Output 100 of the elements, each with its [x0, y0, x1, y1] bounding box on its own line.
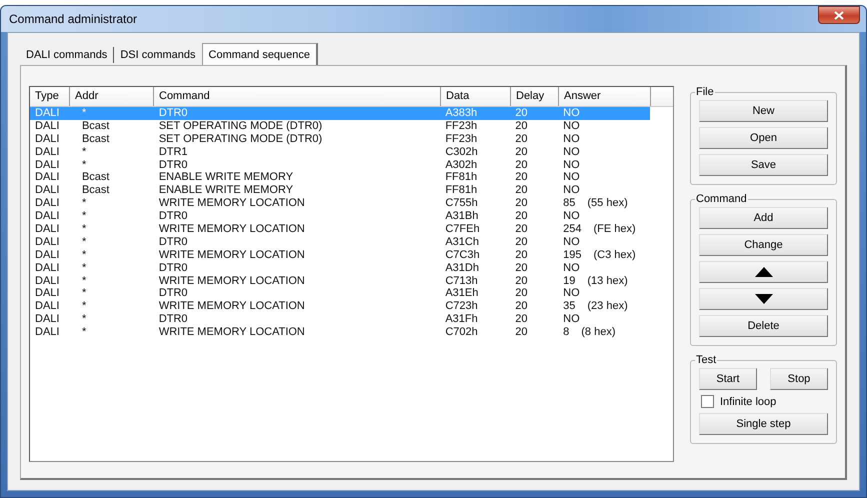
table-cell-text: FF81h: [444, 171, 478, 184]
table-cell-text: DALI: [34, 146, 60, 159]
move-up-button[interactable]: [699, 261, 828, 283]
table-cell: NO: [563, 287, 580, 300]
table-cell-text: *: [80, 313, 88, 326]
table-row[interactable]: DALI Bcast ENABLE WRITE MEMORY FF81h 20 NO: [30, 171, 650, 184]
file-button[interactable]: New: [699, 100, 828, 122]
table-row[interactable]: DALI Bcast SET OPERATING MODE (DTR0) FF23h 20 NO: [30, 132, 650, 146]
move-down-button[interactable]: [699, 288, 828, 310]
table-cell-text: SET OPERATING MODE (DTR0): [158, 120, 324, 133]
single-step-button[interactable]: Single step: [699, 413, 828, 435]
table-cell-text: DALI: [34, 184, 60, 198]
table-cell-text: DALI: [34, 210, 60, 224]
table-cell: 8: [563, 326, 570, 340]
table-cell: (23 hex): [587, 300, 628, 314]
table-row[interactable]: DALI * WRITE MEMORY LOCATION C723h 20 35 (23 hex): [30, 300, 650, 314]
table-cell-text: C702h: [444, 326, 479, 340]
table-cell-text: 20: [514, 107, 528, 120]
table-cell-text: 20: [514, 210, 528, 224]
table-cell-text: *: [80, 287, 88, 300]
table-cell-text: DALI: [34, 171, 60, 184]
table-cell-text: DALI: [34, 300, 60, 314]
table-row[interactable]: DALI * WRITE MEMORY LOCATION C7FEh 20 254 (FE hex): [30, 223, 650, 236]
table-cell: 195: [563, 248, 582, 262]
table-cell-text: DALI: [34, 107, 60, 120]
table-row[interactable]: DALI * DTR0 A302h 20 NO: [30, 158, 650, 172]
table-cell-text: Bcast: [80, 171, 110, 184]
table-cell: (C3 hex): [594, 248, 636, 262]
command-button[interactable]: Change: [699, 234, 828, 256]
table-cell: 85: [563, 197, 576, 210]
close-button[interactable]: [818, 6, 860, 24]
table-row[interactable]: DALI * WRITE MEMORY LOCATION C713h 20 19 (13 hex): [30, 274, 650, 288]
table-cell-text: WRITE MEMORY LOCATION: [158, 274, 306, 288]
table-cell-text: C7FEh: [444, 223, 481, 236]
table-cell-text: 20: [514, 171, 528, 184]
table-row[interactable]: DALI * WRITE MEMORY LOCATION C755h 20 85 (55 hex): [30, 197, 650, 210]
table-cell-text: C723h: [444, 300, 479, 314]
table-cell-text: FF23h: [444, 120, 478, 133]
table-cell-text: *: [80, 262, 88, 275]
table-cell-text: *: [80, 300, 88, 314]
command-button[interactable]: Add: [699, 207, 828, 229]
table-cell: NO: [563, 171, 580, 184]
table-cell: 254: [563, 223, 582, 236]
table-cell-text: 20: [514, 236, 528, 249]
tab[interactable]: Command sequence: [202, 43, 318, 65]
table-cell-text: DALI: [34, 262, 60, 275]
table-row[interactable]: DALI * DTR0 A31Fh 20 NO: [30, 313, 650, 326]
command-button[interactable]: Delete: [699, 315, 828, 337]
table-row[interactable]: DALI Bcast SET OPERATING MODE (DTR0) FF23h 20 NO: [30, 120, 650, 133]
table-cell: 19: [563, 274, 576, 288]
table-cell-text: ENABLE WRITE MEMORY: [158, 184, 294, 198]
column-header[interactable]: Answer: [559, 87, 651, 106]
table-cell: NO: [563, 158, 580, 172]
table-cell: NO: [563, 146, 580, 159]
table-cell-text: FF23h: [444, 132, 478, 146]
table-cell-text: DALI: [34, 248, 60, 262]
column-header[interactable]: Type: [30, 87, 70, 106]
close-icon: [834, 10, 844, 20]
table-cell-text: 20: [514, 313, 528, 326]
table-cell-text: 20: [514, 262, 528, 275]
table-cell-text: *: [80, 326, 88, 340]
table-cell: NO: [563, 236, 580, 249]
table-cell-text: C302h: [444, 146, 479, 159]
file-button[interactable]: Save: [699, 154, 828, 176]
table-cell-text: 20: [514, 158, 528, 172]
table-cell-text: A31Ch: [444, 236, 480, 249]
table-row[interactable]: DALI * DTR0 A31Bh 20 NO: [30, 210, 650, 224]
table-cell-text: 20: [514, 146, 528, 159]
column-header[interactable]: Command: [154, 87, 441, 106]
table-row[interactable]: DALI * DTR1 C302h 20 NO: [30, 146, 650, 159]
table-row[interactable]: DALI * DTR0 A31Ch 20 NO: [30, 236, 650, 249]
checkbox[interactable]: [701, 395, 714, 408]
table-cell-text: 20: [514, 300, 528, 314]
table-row[interactable]: DALI Bcast ENABLE WRITE MEMORY FF81h 20 NO: [30, 184, 650, 198]
column-header[interactable]: Delay: [511, 87, 559, 106]
table-cell-text: DTR0: [158, 210, 189, 224]
column-header[interactable]: Data: [441, 87, 511, 106]
table-cell-text: *: [80, 236, 88, 249]
table-cell-text: DALI: [34, 313, 60, 326]
file-button[interactable]: Open: [699, 127, 828, 149]
table-row[interactable]: DALI * WRITE MEMORY LOCATION C702h 20 8 (8 hex): [30, 326, 650, 340]
table-cell: NO: [563, 120, 580, 133]
start-button[interactable]: Start: [699, 368, 757, 390]
table-cell-text: 20: [514, 326, 528, 340]
table-cell-text: *: [80, 210, 88, 224]
group-title: Command: [695, 193, 748, 205]
table-cell-text: DTR0: [158, 236, 189, 249]
stop-button[interactable]: Stop: [770, 368, 828, 390]
table-cell-text: DALI: [34, 236, 60, 249]
table-row[interactable]: DALI * DTR0 A31Eh 20 NO: [30, 287, 650, 300]
table-cell-text: *: [80, 248, 88, 262]
table-cell-text: A31Bh: [444, 210, 480, 224]
table-cell-text: *: [80, 146, 88, 159]
table-cell-text: DTR1: [158, 146, 189, 159]
table-cell-text: WRITE MEMORY LOCATION: [158, 223, 306, 236]
table-row[interactable]: DALI * WRITE MEMORY LOCATION C7C3h 20 195 (C3 hex): [30, 248, 650, 262]
table-row[interactable]: DALI * DTR0 A31Dh 20 NO: [30, 262, 650, 275]
column-header[interactable]: Addr: [70, 87, 154, 106]
table-cell-text: A31Eh: [444, 287, 480, 300]
table-cell-text: DTR0: [158, 287, 189, 300]
